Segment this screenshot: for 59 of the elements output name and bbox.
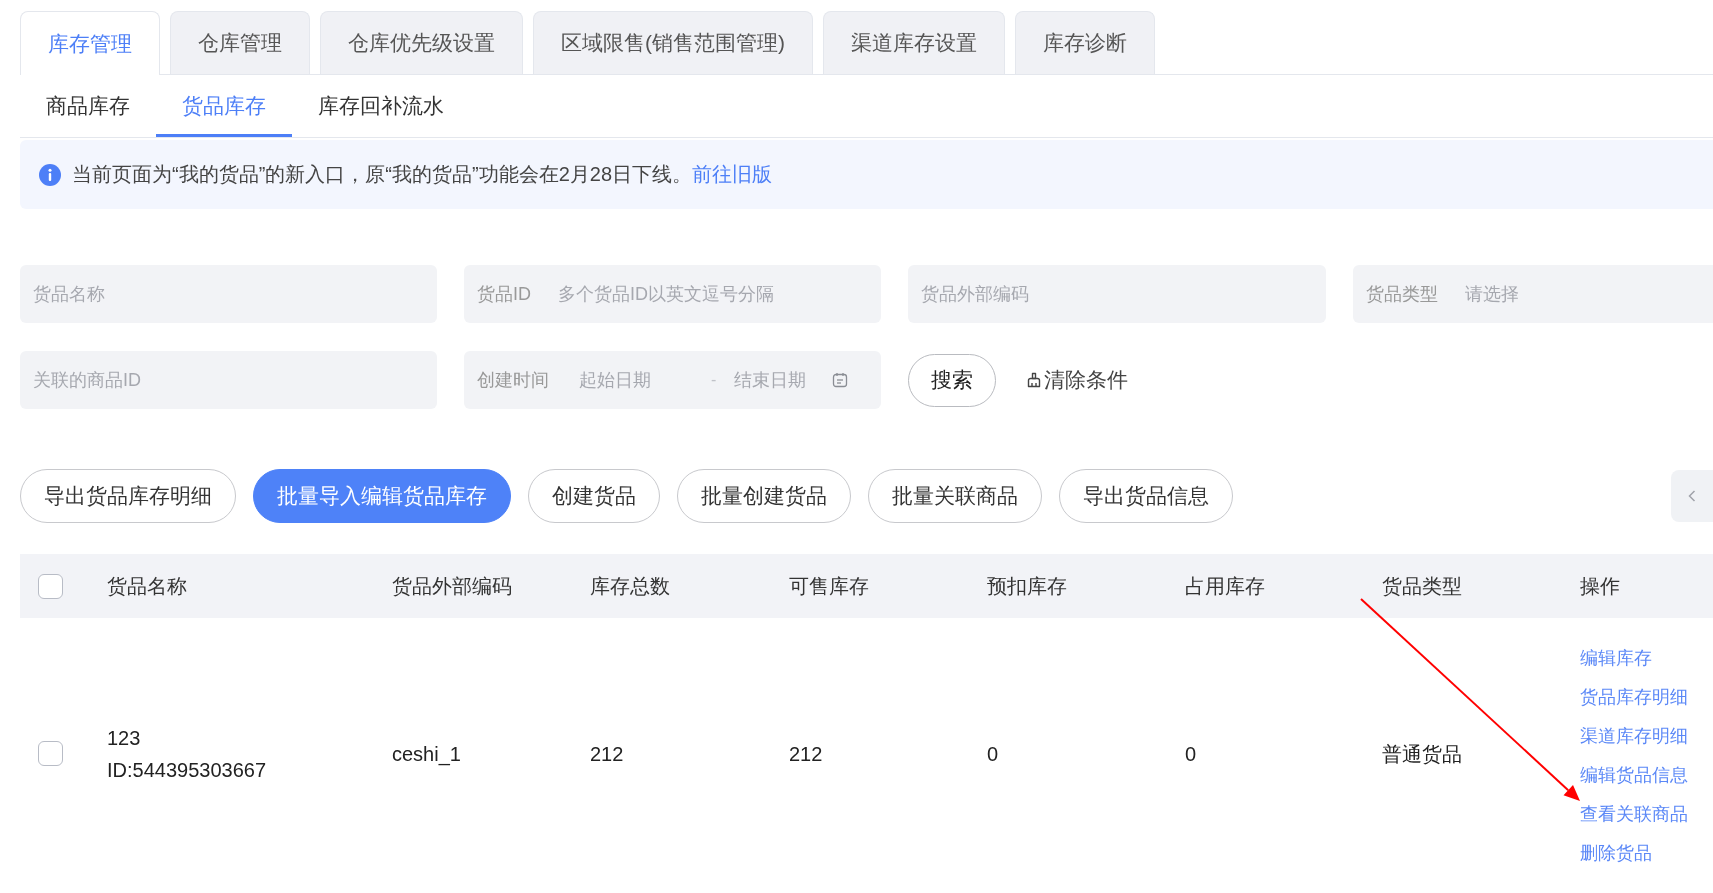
table-cell-text: 普通货品	[1382, 741, 1462, 767]
top-tab[interactable]: 仓库优先级设置	[320, 11, 523, 74]
action-link[interactable]: 查看关联商品	[1580, 795, 1688, 834]
info-icon	[39, 163, 61, 186]
column-header: 占用库存	[1185, 573, 1265, 599]
field-label: 创建时间	[477, 369, 549, 392]
range-separator: -	[711, 371, 717, 389]
column-header: 操作	[1580, 573, 1620, 599]
select-all-checkbox[interactable]	[38, 573, 63, 599]
brush-icon	[1026, 372, 1042, 388]
side-toggle-button[interactable]	[1671, 470, 1713, 522]
field-label: 货品类型	[1366, 283, 1438, 306]
action-button[interactable]: 导出货品库存明细	[20, 469, 236, 523]
top-tab[interactable]: 区域限售(销售范围管理)	[533, 11, 813, 74]
top-tab[interactable]: 渠道库存设置	[823, 11, 1005, 74]
table-cell-text: ceshi_1	[392, 741, 461, 768]
action-button[interactable]: 批量导入编辑货品库存	[253, 469, 511, 523]
sub-tab[interactable]: 库存回补流水	[292, 75, 470, 137]
top-tab[interactable]: 库存诊断	[1015, 11, 1155, 74]
table-cell-text: 212	[789, 741, 823, 767]
column-header: 预扣库存	[987, 573, 1067, 599]
top-tab[interactable]: 库存管理	[20, 11, 160, 75]
sub-tab[interactable]: 商品库存	[20, 75, 156, 137]
row-checkbox[interactable]	[38, 741, 63, 766]
column-header: 货品类型	[1382, 573, 1462, 599]
clear-filters-link[interactable]: 清除条件	[1026, 366, 1128, 394]
search-button[interactable]: 搜索	[908, 353, 996, 407]
action-link[interactable]: 删除货品	[1580, 834, 1652, 873]
action-link[interactable]: 渠道库存明细	[1580, 717, 1688, 756]
goods-name: 123	[107, 725, 141, 751]
column-header: 可售库存	[789, 573, 869, 599]
table-cell-text: 0	[1185, 741, 1197, 767]
select-input[interactable]: 请选择	[1465, 283, 1700, 305]
input-field[interactable]: 货品外部编码	[908, 265, 1326, 323]
table-cell-text: 0	[987, 741, 999, 767]
old-version-link[interactable]: 前往旧版	[692, 163, 772, 185]
text-input[interactable]: 多个货品ID以英文逗号分隔	[558, 283, 868, 305]
column-header: 库存总数	[590, 573, 670, 599]
column-header: 货品名称	[107, 573, 187, 599]
start-date-input[interactable]: 起始日期	[579, 369, 699, 391]
action-button[interactable]: 批量创建货品	[677, 469, 851, 523]
action-button[interactable]: 批量关联商品	[868, 469, 1042, 523]
action-link[interactable]: 编辑货品信息	[1580, 756, 1688, 795]
calendar-icon	[832, 372, 848, 388]
chevron-left-icon	[1688, 490, 1696, 502]
action-button[interactable]: 导出货品信息	[1059, 469, 1233, 523]
top-tab[interactable]: 仓库管理	[170, 11, 310, 74]
table-cell-text: 212	[590, 741, 624, 767]
end-date-input[interactable]: 结束日期	[734, 369, 826, 391]
action-link[interactable]: 货品库存明细	[1580, 678, 1688, 717]
field-label: 货品ID	[477, 283, 531, 306]
action-button[interactable]: 创建货品	[528, 469, 660, 523]
goods-id: ID:544395303667	[107, 757, 267, 783]
input-field[interactable]: 关联的商品ID	[20, 351, 437, 409]
input-field[interactable]: 货品名称	[20, 265, 437, 323]
sub-tab[interactable]: 货品库存	[156, 75, 292, 137]
action-link[interactable]: 编辑库存	[1580, 639, 1652, 678]
notice-text: 当前页面为“我的货品”的新入口，原“我的货品”功能会在2月28日下线。前往旧版	[72, 162, 772, 187]
column-header: 货品外部编码	[392, 573, 512, 599]
